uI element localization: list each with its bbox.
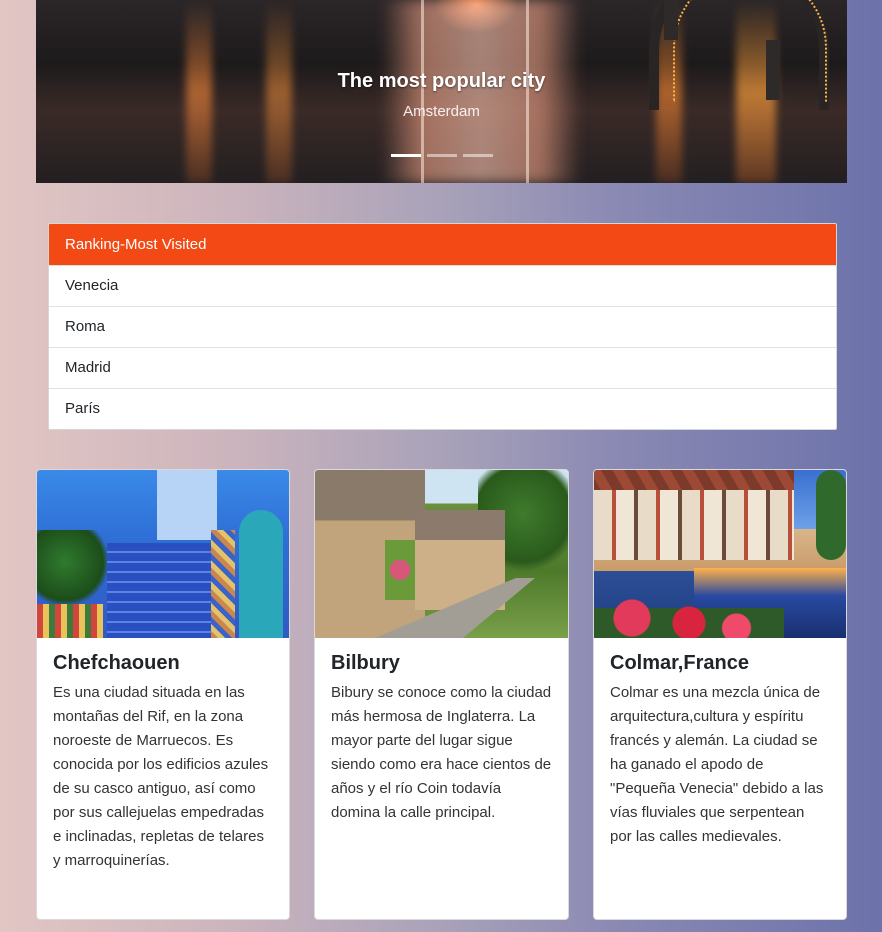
ranking-item[interactable]: París: [49, 388, 836, 429]
image-detail: [239, 510, 283, 638]
ranking-item[interactable]: Madrid: [49, 347, 836, 388]
card-title: Chefchaouen: [53, 652, 180, 674]
image-detail: [37, 604, 103, 638]
ranking-header: Ranking-Most Visited: [49, 224, 836, 265]
carousel-indicator[interactable]: [462, 154, 493, 157]
ranking-item[interactable]: Roma: [49, 306, 836, 347]
carousel-subtitle: Amsterdam: [403, 103, 480, 120]
carousel-indicators: [36, 154, 847, 157]
carousel-image-post: [664, 0, 678, 40]
image-detail: [594, 588, 784, 638]
card-text: Bibury se conoce como la ciudad más herm…: [331, 684, 552, 821]
city-card-chefchaouen: Chefchaouen Es una ciudad situada en las…: [36, 469, 290, 920]
image-detail: [37, 530, 107, 610]
city-card-bilbury: Bilbury Bibury se conoce como la ciudad …: [314, 469, 569, 920]
card-title: Colmar,France: [610, 652, 749, 674]
image-detail: [816, 470, 846, 560]
carousel-caption: The most popular city Amsterdam: [36, 70, 847, 120]
hero-carousel[interactable]: The most popular city Amsterdam: [36, 0, 847, 183]
card-text: Es una ciudad situada en las montañas de…: [53, 684, 269, 869]
image-detail: [211, 530, 235, 638]
card-title: Bilbury: [331, 652, 400, 674]
city-card-colmar: Colmar,France Colmar es una mezcla única…: [593, 469, 847, 920]
card-body: Colmar,France Colmar es una mezcla única…: [594, 638, 846, 849]
image-detail: [385, 540, 415, 600]
carousel-indicator[interactable]: [426, 154, 457, 157]
image-detail: [594, 490, 794, 560]
colmar-image: [594, 470, 846, 638]
carousel-title: The most popular city: [337, 70, 546, 92]
image-detail: [157, 470, 217, 540]
ranking-item[interactable]: Venecia: [49, 265, 836, 306]
ranking-list: Ranking-Most Visited Venecia Roma Madrid…: [48, 223, 837, 430]
card-body: Chefchaouen Es una ciudad situada en las…: [37, 638, 289, 873]
chefchaouen-image: [37, 470, 289, 638]
card-text: Colmar es una mezcla única de arquitectu…: [610, 684, 824, 845]
bilbury-image: [315, 470, 568, 638]
card-body: Bilbury Bibury se conoce como la ciudad …: [315, 638, 568, 825]
image-detail: [107, 543, 217, 638]
carousel-indicator[interactable]: [390, 154, 421, 157]
